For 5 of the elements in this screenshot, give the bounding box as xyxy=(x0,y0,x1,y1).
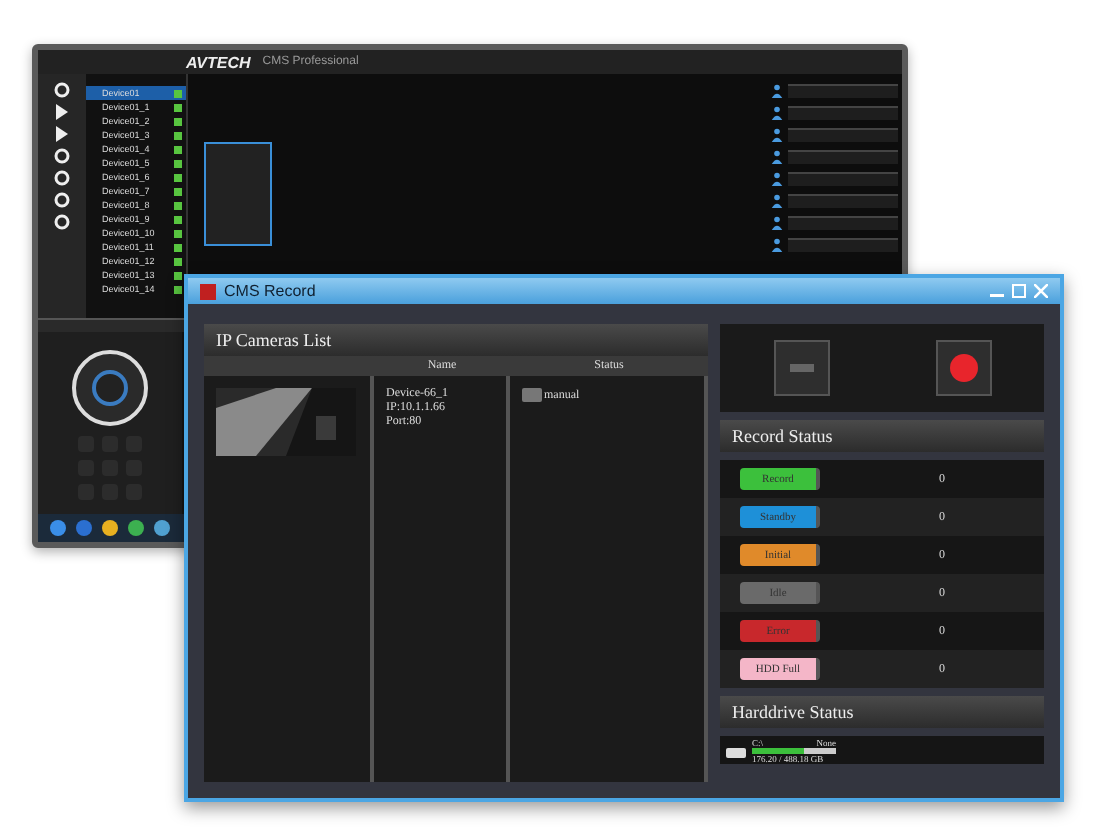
window-title: CMS Record xyxy=(224,282,316,300)
brand-logo: AVTECH xyxy=(186,53,251,71)
panel-header: Record Status xyxy=(720,420,1044,452)
panel-header: Harddrive Status xyxy=(720,696,1044,728)
panel-header: IP Cameras List xyxy=(204,324,708,356)
